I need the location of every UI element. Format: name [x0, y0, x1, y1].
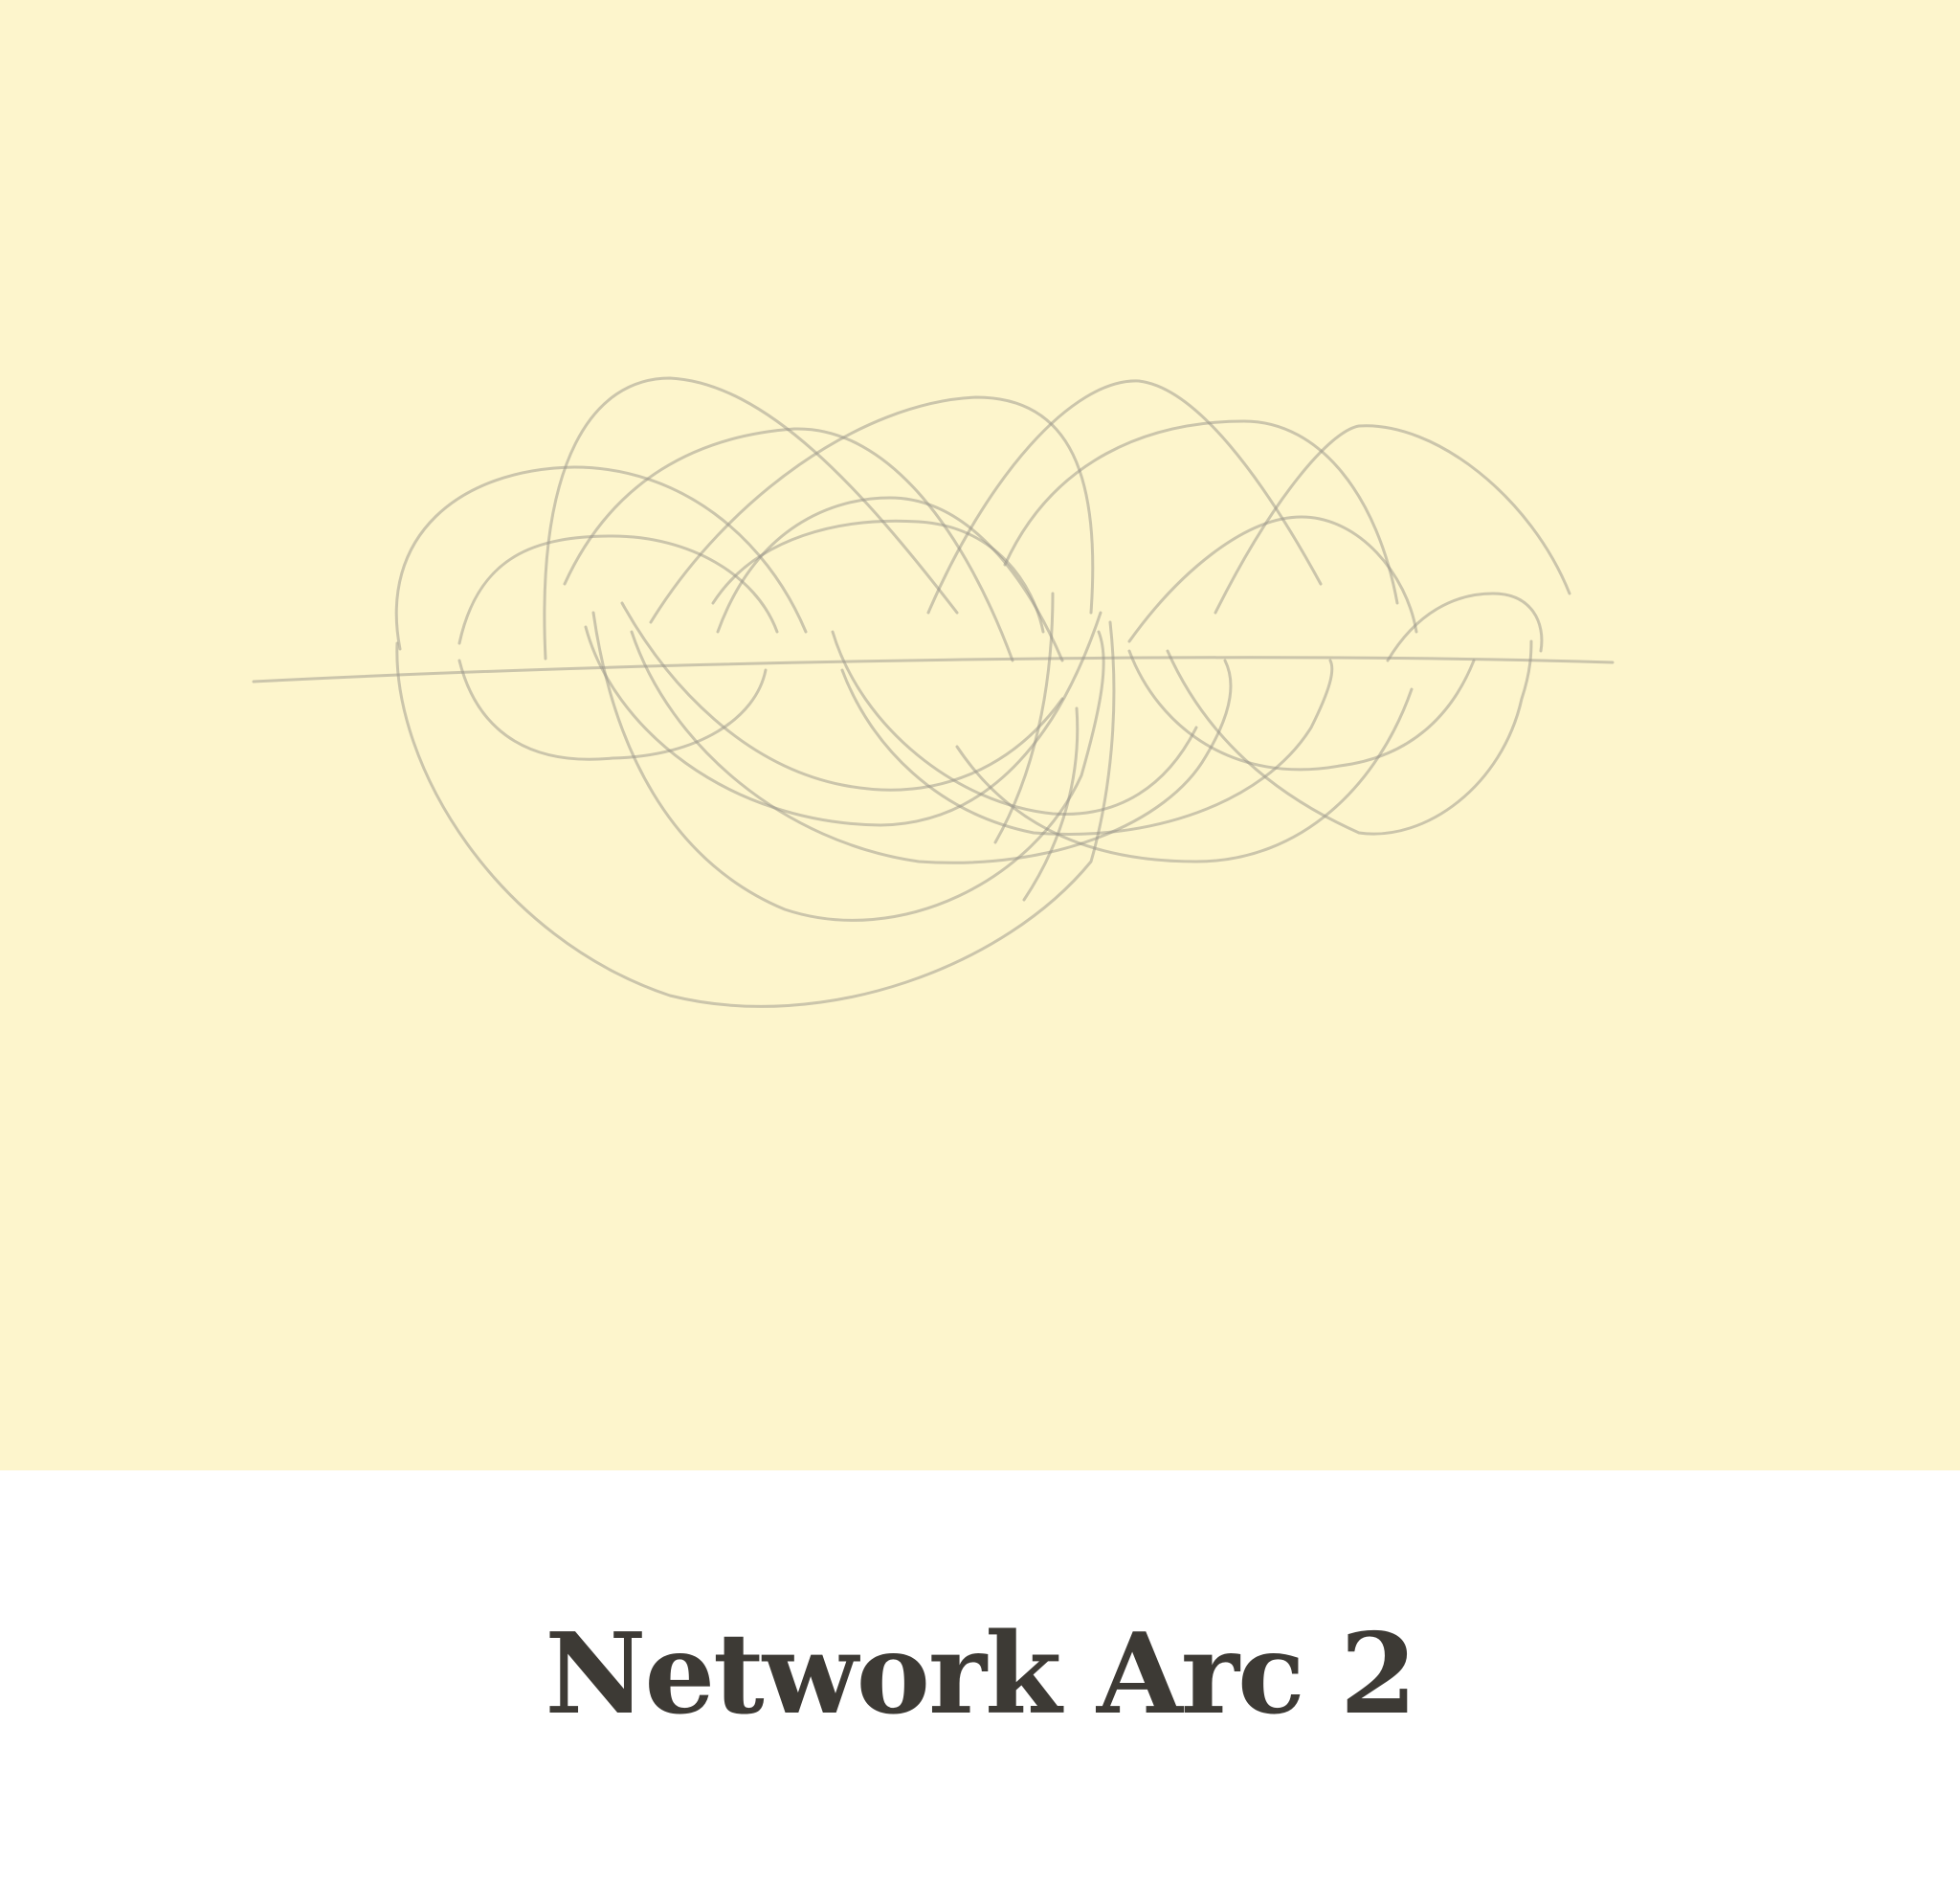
- arc-upper: [563, 427, 1014, 662]
- arc-sketch: [252, 376, 1615, 1008]
- arc-upper: [926, 379, 1323, 615]
- arc-upper: [1003, 419, 1399, 605]
- caption-title: Network Arc 2: [545, 1609, 1416, 1739]
- arc-upper: [457, 534, 779, 645]
- arc-upper: [1127, 515, 1418, 643]
- sketch-panel: [0, 0, 1960, 1470]
- arc-lower: [840, 659, 1334, 837]
- arc-lower: [620, 601, 1064, 792]
- arc-lower: [395, 620, 1116, 1008]
- baseline: [252, 656, 1615, 683]
- arc-upper: [1386, 592, 1544, 662]
- arc-lower: [457, 659, 768, 761]
- arc-upper: [394, 465, 808, 651]
- arc-lower: [1166, 639, 1533, 836]
- arc-lower: [584, 611, 1102, 827]
- caption-area: Network Arc 2: [0, 1470, 1960, 1882]
- arc-lower: [1022, 706, 1080, 902]
